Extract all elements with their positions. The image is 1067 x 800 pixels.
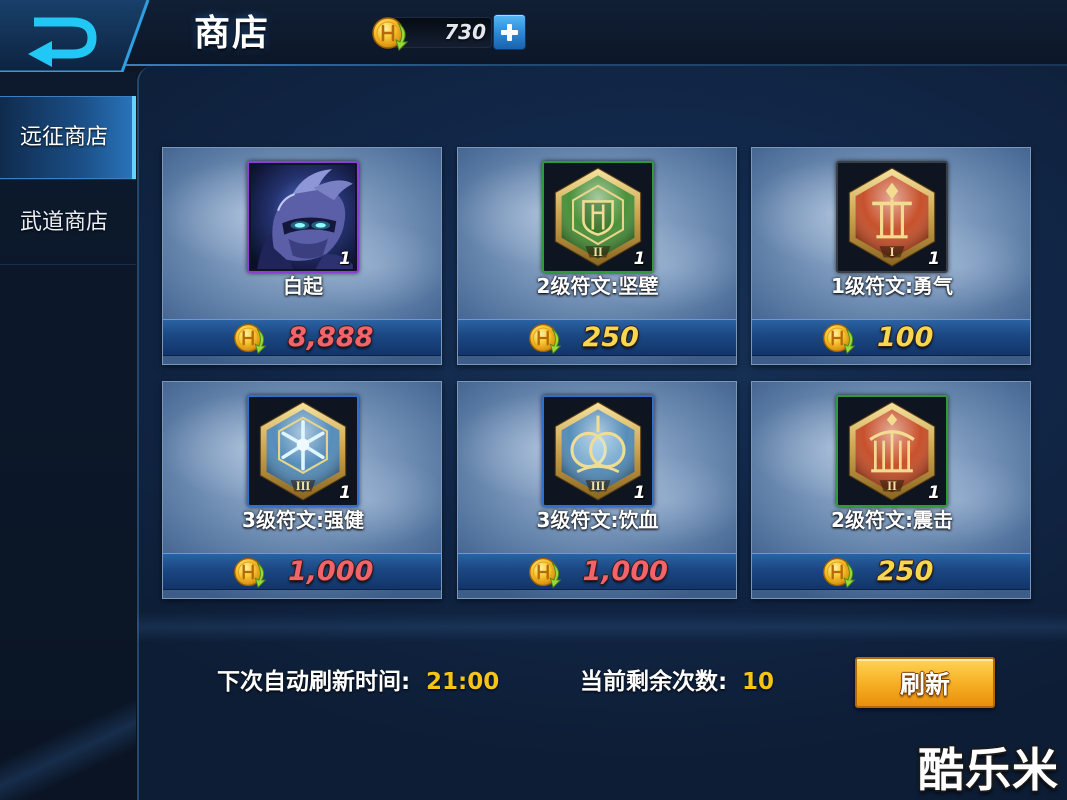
item-count: 1: [928, 249, 940, 269]
shop-item-card[interactable]: II 1 2级符文:坚壁 250: [456, 147, 737, 365]
item-icon-frame: III 1: [541, 395, 654, 507]
item-icon-frame: II 1: [541, 161, 654, 273]
item-name: 2级符文:坚壁: [536, 274, 659, 298]
price-bar: 1,000: [457, 553, 736, 590]
gold-coin-icon: [820, 554, 858, 590]
gold-coin-icon: [370, 13, 410, 53]
shop-item-grid: 1 白起 8,888 II 1 2级符文:坚壁 250 I 1 1级符文:勇气 …: [162, 147, 1031, 599]
item-price: 1,000: [582, 556, 668, 587]
item-icon-frame: II 1: [836, 395, 948, 507]
price-bar: 1,000: [163, 553, 441, 590]
sidebar: 远征商店 武道商店: [0, 72, 136, 800]
shop-item-card[interactable]: III 1 3级符文:强健 1,000: [162, 381, 442, 599]
item-count: 1: [633, 249, 646, 269]
decorative-streak: [0, 692, 136, 800]
plus-icon: [501, 24, 518, 41]
item-price: 1,000: [288, 556, 374, 587]
item-name: 3级符文:饮血: [536, 508, 659, 532]
tier-numeral: III: [590, 479, 605, 493]
shop-screen: 商店 730 远征商店 武道商店 1 白起 8,888 II 1 2级符文:坚壁…: [0, 0, 1067, 800]
watermark: 酷乐米: [918, 743, 1059, 797]
item-name: 3级符文:强健: [242, 508, 364, 532]
remaining-count-value: 10: [742, 669, 775, 695]
shop-item-card[interactable]: III 1 3级符文:饮血 1,000: [456, 381, 737, 599]
top-bar: [0, 0, 1067, 66]
shop-item-card[interactable]: I 1 1级符文:勇气 100: [751, 147, 1031, 365]
item-name: 1级符文:勇气: [831, 274, 953, 298]
item-price: 250: [877, 556, 934, 587]
refresh-button[interactable]: 刷新: [855, 657, 995, 708]
tab-label: 远征商店: [20, 124, 109, 150]
item-count: 1: [928, 483, 940, 503]
gold-amount: 730: [444, 20, 486, 44]
item-count: 1: [339, 249, 351, 269]
price-bar: 8,888: [163, 319, 441, 356]
refresh-time-label: 下次自动刷新时间:: [217, 669, 411, 695]
tier-numeral: II: [887, 479, 897, 493]
gold-coin-icon: [526, 320, 564, 356]
tab-expedition-shop[interactable]: 远征商店: [0, 96, 136, 180]
gold-coin-icon: [231, 320, 269, 356]
item-name: 2级符文:震击: [831, 508, 953, 532]
tier-numeral: III: [296, 479, 311, 493]
price-bar: 100: [752, 319, 1030, 356]
gold-coin-icon: [526, 554, 564, 590]
back-arrow-icon: [0, 0, 150, 74]
item-count: 1: [633, 483, 646, 503]
item-icon-frame: III 1: [247, 395, 359, 507]
item-icon-frame: I 1: [836, 161, 948, 273]
price-bar: 250: [752, 553, 1030, 590]
item-price: 100: [877, 322, 934, 353]
item-count: 1: [339, 483, 351, 503]
price-bar: 250: [457, 319, 736, 356]
add-gold-button[interactable]: [493, 14, 526, 50]
remaining-count-label: 当前剩余次数:: [580, 669, 728, 695]
refresh-time-value: 21:00: [426, 669, 500, 695]
tab-martial-shop[interactable]: 武道商店: [0, 181, 136, 265]
page-title: 商店: [194, 13, 271, 54]
panel-divider: [137, 612, 1067, 642]
shop-item-card[interactable]: II 1 2级符文:震击 250: [751, 381, 1031, 599]
gold-coin-icon: [820, 320, 858, 356]
tier-numeral: II: [593, 245, 603, 259]
item-price: 8,888: [288, 322, 374, 353]
shop-item-card[interactable]: 1 白起 8,888: [162, 147, 442, 365]
refresh-button-label: 刷新: [899, 669, 950, 699]
tier-numeral: I: [890, 245, 895, 259]
gold-coin-icon: [231, 554, 269, 590]
item-name: 白起: [283, 274, 323, 298]
item-price: 250: [582, 322, 639, 353]
item-icon-frame: 1: [247, 161, 359, 273]
back-button[interactable]: [0, 0, 150, 78]
tab-label: 武道商店: [20, 209, 109, 235]
